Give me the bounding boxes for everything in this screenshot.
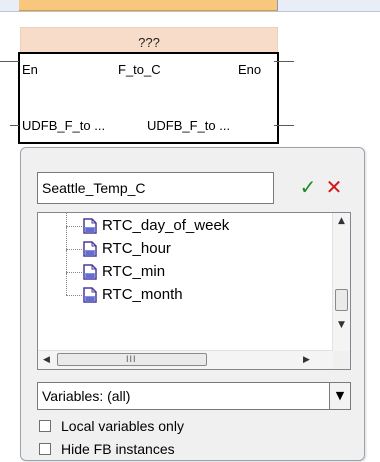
- editor-top-strip: [0, 0, 380, 12]
- filter-value: Variables: (all): [42, 388, 131, 404]
- tree-connector: [66, 295, 82, 296]
- chevron-down-icon[interactable]: ▼: [329, 383, 350, 409]
- vertical-scroll-thumb[interactable]: [335, 289, 348, 311]
- tree-item[interactable]: RTC_min: [38, 250, 308, 283]
- pin-en-label: En: [22, 62, 38, 77]
- scrollbar-corner: [333, 351, 350, 369]
- output-variable[interactable]: UDFB_F_to ...: [147, 118, 230, 133]
- tree-connector: [66, 213, 67, 226]
- scroll-right-icon[interactable]: ▶: [298, 351, 315, 369]
- tree-connector: [66, 249, 82, 250]
- tree-connector: [66, 273, 67, 295]
- output-pin-line: [274, 125, 294, 126]
- scroll-grip: III: [126, 354, 137, 364]
- eno-pin-line: [274, 61, 294, 62]
- tree-connector: [66, 227, 67, 249]
- function-block-header[interactable]: ???: [20, 27, 278, 54]
- tree-item-label: RTC_hour: [102, 240, 171, 257]
- tree-item[interactable]: RTC_month: [38, 273, 308, 306]
- variable-filter-dropdown[interactable]: Variables: (all) ▼: [37, 382, 351, 410]
- document-icon: [83, 218, 97, 234]
- input-pin-line: [10, 125, 19, 126]
- checkmark-icon[interactable]: ✓: [296, 174, 320, 200]
- horizontal-scroll-thumb[interactable]: III: [57, 353, 207, 366]
- ruler-divider: [277, 0, 278, 11]
- hide-fb-label: Hide FB instances: [61, 441, 175, 457]
- tree-connector: [66, 272, 82, 273]
- instance-name: ???: [138, 35, 160, 50]
- scroll-down-icon[interactable]: ▼: [333, 317, 350, 334]
- rung-highlight: [19, 0, 277, 11]
- local-variables-label: Local variables only: [61, 418, 184, 434]
- document-icon: [83, 241, 97, 257]
- local-variables-checkbox[interactable]: [39, 420, 51, 432]
- function-name: F_to_C: [118, 62, 161, 77]
- cross-icon[interactable]: ✕: [322, 174, 346, 200]
- input-variable[interactable]: UDFB_F_to ...: [22, 118, 105, 133]
- tree-item[interactable]: RTC_day_of_week: [38, 213, 308, 237]
- horizontal-scrollbar[interactable]: ◀ III ▶: [38, 350, 333, 369]
- document-icon: [83, 287, 97, 303]
- variable-tree[interactable]: RTC_day_of_week RTC_hour RTC_min RTC_month …: [37, 212, 351, 370]
- tree-connector: [66, 250, 67, 272]
- pin-eno-label: Eno: [238, 62, 262, 77]
- hide-fb-checkbox[interactable]: [39, 443, 51, 455]
- tree-connector: [66, 226, 82, 227]
- vertical-scrollbar[interactable]: ▲ ▼: [332, 213, 350, 351]
- tree-item-label: RTC_day_of_week: [102, 217, 230, 234]
- tree-item-label: RTC_month: [102, 286, 183, 303]
- variable-picker-dialog: Seattle_Temp_C ✓ ✕ RTC_day_of_week RTC_ho…: [20, 147, 365, 461]
- tree-item-label: RTC_min: [102, 263, 166, 280]
- scroll-up-icon[interactable]: ▲: [333, 213, 350, 230]
- tree-item[interactable]: RTC_hour: [38, 227, 308, 260]
- en-pin-line: [0, 61, 19, 62]
- variable-name-input[interactable]: Seattle_Temp_C: [37, 172, 274, 204]
- document-icon: [83, 264, 97, 280]
- scroll-left-icon[interactable]: ◀: [38, 351, 55, 369]
